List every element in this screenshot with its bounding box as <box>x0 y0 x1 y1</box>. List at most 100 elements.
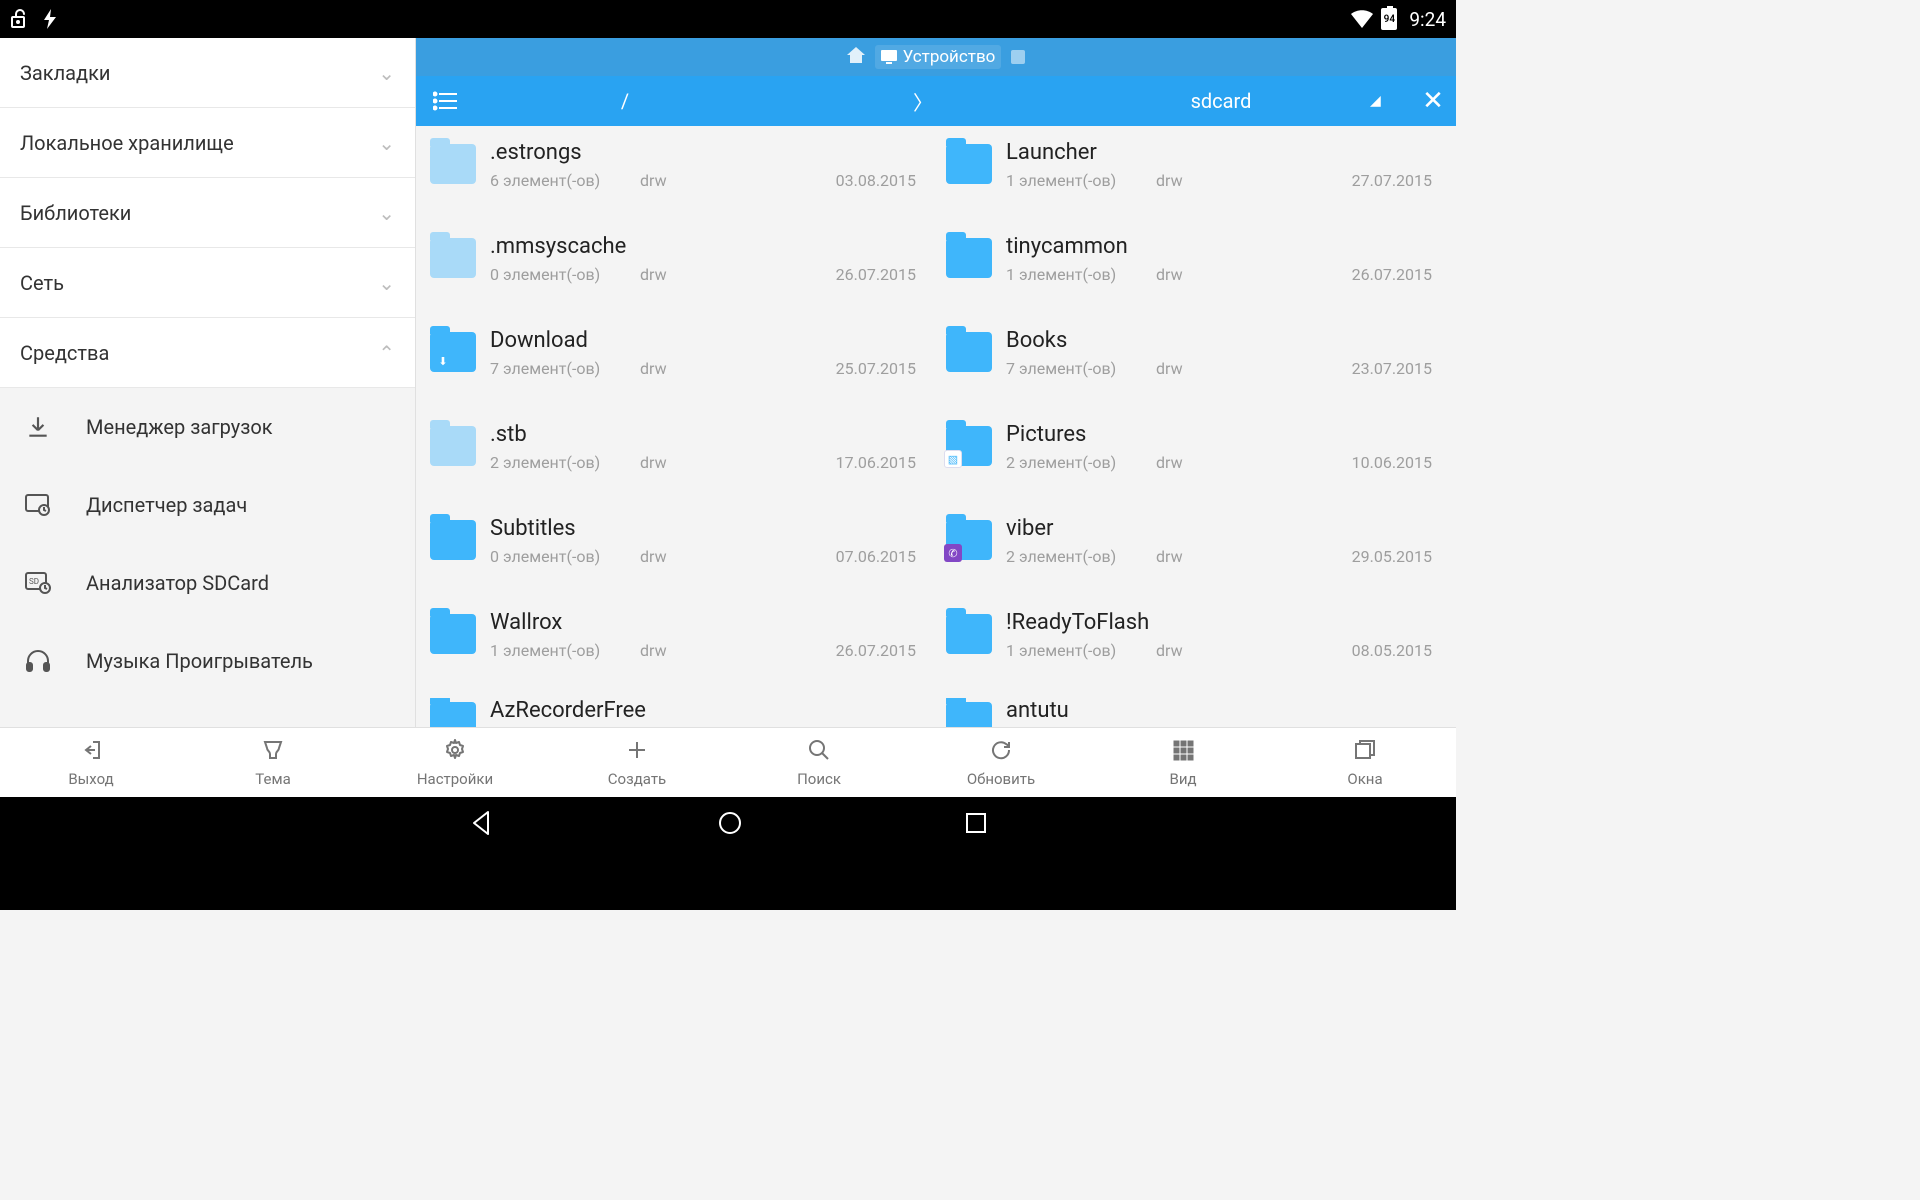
folder-date: 27.07.2015 <box>1312 171 1432 190</box>
folder-perm: drw <box>640 641 730 660</box>
folder-name: Wallrox <box>490 610 916 635</box>
tool-download-manager[interactable]: Менеджер загрузок <box>0 388 415 466</box>
bolt-icon <box>42 9 58 29</box>
folder-name: Launcher <box>1006 140 1432 165</box>
folder-name: AzRecorderFree <box>490 698 916 723</box>
folder-icon <box>946 144 992 184</box>
folder-perm: drw <box>640 171 730 190</box>
folder-name: .mmsyscache <box>490 234 916 259</box>
folder-item[interactable]: AzRecorderFree <box>420 698 936 727</box>
tab-device[interactable]: Устройство <box>875 45 1002 69</box>
folder-item[interactable]: Subtitles 0 элемент(-ов) drw 07.06.2015 <box>420 510 936 604</box>
folder-item[interactable]: .stb 2 элемент(-ов) drw 17.06.2015 <box>420 416 936 510</box>
folder-icon: ▧ <box>946 426 992 466</box>
clock: 9:24 <box>1409 8 1446 31</box>
folder-item[interactable]: Launcher 1 элемент(-ов) drw 27.07.2015 <box>936 134 1452 228</box>
battery-level: 94 <box>1383 10 1395 28</box>
menu-list-icon[interactable] <box>416 91 476 111</box>
sidebar-group-label: Библиотеки <box>20 201 131 225</box>
theme-icon <box>261 738 285 766</box>
folder-date: 26.07.2015 <box>796 641 916 660</box>
folder-icon: ✆ <box>946 520 992 560</box>
wifi-icon <box>1351 10 1373 28</box>
sidebar-group-local[interactable]: Локальное хранилище⌄ <box>0 108 415 178</box>
folder-count: 2 элемент(-ов) <box>1006 547 1156 566</box>
folder-item[interactable]: ⬇ Download 7 элемент(-ов) drw 25.07.2015 <box>420 322 936 416</box>
sdcard-icon: SD <box>20 572 56 594</box>
home-icon[interactable] <box>847 47 865 68</box>
sidebar-group-label: Сеть <box>20 271 64 295</box>
toolbar-windows[interactable]: Окна <box>1274 728 1456 797</box>
folder-item[interactable]: .mmsyscache 0 элемент(-ов) drw 26.07.201… <box>420 228 936 322</box>
recents-button[interactable] <box>964 811 988 839</box>
sidebar-group-libraries[interactable]: Библиотеки⌄ <box>0 178 415 248</box>
toolbar-theme[interactable]: Тема <box>182 728 364 797</box>
folder-item[interactable]: .estrongs 6 элемент(-ов) drw 03.08.2015 <box>420 134 936 228</box>
folder-icon <box>430 144 476 184</box>
tool-music-player[interactable]: Музыка Проигрыватель <box>0 622 415 700</box>
folder-icon <box>430 702 476 727</box>
folder-item[interactable]: ▧ Pictures 2 элемент(-ов) drw 10.06.2015 <box>936 416 1452 510</box>
folder-date: 25.07.2015 <box>796 359 916 378</box>
folder-name: !ReadyToFlash <box>1006 610 1432 635</box>
create-icon <box>625 738 649 766</box>
tool-task-manager[interactable]: Диспетчер задач <box>0 466 415 544</box>
chevron-down-icon: ⌄ <box>378 131 395 155</box>
folder-item[interactable]: Wallrox 1 элемент(-ов) drw 26.07.2015 <box>420 604 936 698</box>
toolbar-label: Обновить <box>967 770 1035 788</box>
sidebar-group-network[interactable]: Сеть⌄ <box>0 248 415 318</box>
back-button[interactable] <box>468 809 496 841</box>
folder-name: Books <box>1006 328 1432 353</box>
toolbar-settings[interactable]: Настройки <box>364 728 546 797</box>
sidebar-group-label: Средства <box>20 341 109 365</box>
sidebar-group-bookmarks[interactable]: Закладки⌄ <box>0 38 415 108</box>
dropdown-icon[interactable]: ◢ <box>1370 93 1410 109</box>
folder-date: 17.06.2015 <box>796 453 916 472</box>
folder-icon <box>430 614 476 654</box>
sidebar-group-tools[interactable]: Средства⌃ <box>0 318 415 388</box>
toolbar-refresh[interactable]: Обновить <box>910 728 1092 797</box>
folder-item[interactable]: tinycammon 1 элемент(-ов) drw 26.07.2015 <box>936 228 1452 322</box>
toolbar-create[interactable]: Создать <box>546 728 728 797</box>
tab-placeholder[interactable] <box>1011 50 1025 64</box>
toolbar-exit[interactable]: Выход <box>0 728 182 797</box>
folder-icon <box>430 238 476 278</box>
folder-perm: drw <box>1156 547 1246 566</box>
folder-count: 0 элемент(-ов) <box>490 265 640 284</box>
home-button[interactable] <box>716 809 744 841</box>
path-sep: 〉 <box>774 87 1072 116</box>
close-icon[interactable]: ✕ <box>1410 86 1456 116</box>
folder-perm: drw <box>640 547 730 566</box>
lock-open-icon <box>10 9 28 29</box>
folder-count: 2 элемент(-ов) <box>490 453 640 472</box>
folder-count: 6 элемент(-ов) <box>490 171 640 190</box>
folder-name: Subtitles <box>490 516 916 541</box>
path-root[interactable]: / <box>476 89 774 113</box>
tool-sdcard-analyzer[interactable]: SD Анализатор SDCard <box>0 544 415 622</box>
tool-label: Менеджер загрузок <box>86 415 273 439</box>
folder-item[interactable]: Books 7 элемент(-ов) drw 23.07.2015 <box>936 322 1452 416</box>
svg-text:SD: SD <box>29 577 39 586</box>
folder-grid[interactable]: .estrongs 6 элемент(-ов) drw 03.08.2015 … <box>416 126 1456 727</box>
toolbar-search[interactable]: Поиск <box>728 728 910 797</box>
folder-perm: drw <box>640 265 730 284</box>
folder-date: 03.08.2015 <box>796 171 916 190</box>
toolbar-label: Вид <box>1169 770 1196 788</box>
folder-perm: drw <box>1156 171 1246 190</box>
folder-perm: drw <box>1156 453 1246 472</box>
windows-icon <box>1353 738 1377 766</box>
folder-overlay-icon: ✆ <box>944 544 962 562</box>
folder-count: 7 элемент(-ов) <box>490 359 640 378</box>
folder-date: 29.05.2015 <box>1312 547 1432 566</box>
toolbar-view[interactable]: Вид <box>1092 728 1274 797</box>
folder-item[interactable]: antutu <box>936 698 1452 727</box>
folder-icon <box>430 426 476 466</box>
tool-label: Музыка Проигрыватель <box>86 649 313 673</box>
folder-icon <box>946 332 992 372</box>
folder-item[interactable]: !ReadyToFlash 1 элемент(-ов) drw 08.05.2… <box>936 604 1452 698</box>
path-current[interactable]: sdcard <box>1072 89 1370 113</box>
folder-item[interactable]: ✆ viber 2 элемент(-ов) drw 29.05.2015 <box>936 510 1452 604</box>
android-status-bar: 94 9:24 <box>0 0 1456 38</box>
folder-perm: drw <box>1156 641 1246 660</box>
folder-name: viber <box>1006 516 1432 541</box>
